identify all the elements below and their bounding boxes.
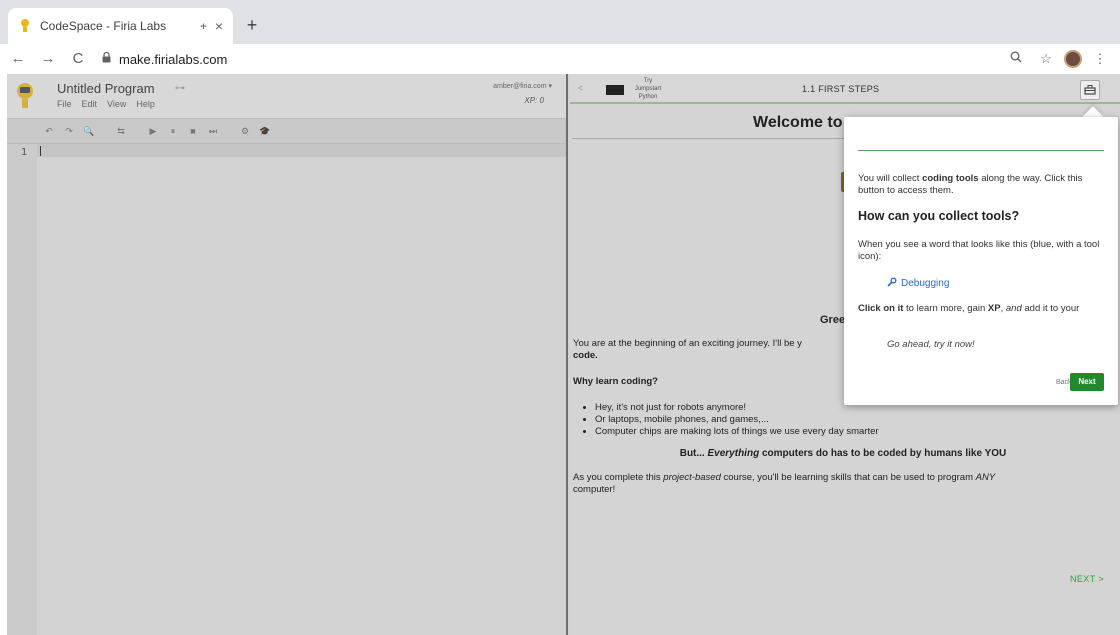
mission-thumbnail[interactable] [606, 85, 624, 95]
tab-close-icon[interactable]: × [215, 18, 223, 34]
menu-edit[interactable]: Edit [82, 99, 98, 109]
why-list: Hey, it's not just for robots anymore! O… [595, 402, 1113, 438]
browser-menu-icon[interactable]: ⋮ [1088, 47, 1112, 71]
browser-tab[interactable]: CodeSpace - Firia Labs 🕂 × [8, 8, 233, 44]
active-line-highlight [37, 144, 566, 157]
reload-button[interactable]: C [66, 47, 90, 71]
run-icon[interactable]: ▶ [145, 126, 161, 137]
line-number: 1 [21, 147, 28, 158]
address-bar[interactable]: make.firialabs.com [102, 47, 998, 71]
popover-heading: How can you collect tools? [858, 209, 1020, 223]
mission-icon[interactable]: 🎓 [257, 126, 273, 137]
browser-toolbar: ← → C make.firialabs.com ☆ ⋮ [0, 44, 1120, 74]
code-editor[interactable]: 1 [7, 144, 566, 635]
greeting-heading: Gree [820, 314, 846, 326]
text-cursor [40, 146, 41, 156]
tool-word[interactable]: Debugging [901, 278, 949, 289]
lesson-prev-button[interactable]: < [578, 83, 583, 93]
new-tab-button[interactable]: + [240, 14, 264, 38]
popover-text-tools: You will collect coding tools along the … [858, 173, 1083, 196]
bookmark-star-icon[interactable]: ☆ [1034, 47, 1058, 71]
menu-help[interactable]: Help [136, 99, 155, 109]
emphasis-line: But... Everything computers do has to be… [679, 448, 1007, 459]
undo-icon[interactable]: ↶ [41, 126, 57, 137]
codespace-favicon-icon [18, 19, 32, 33]
editor-menu-bar: File Edit View Help [57, 99, 155, 109]
step-icon[interactable]: ⏭ [205, 126, 221, 137]
redo-icon[interactable]: ↷ [61, 126, 77, 137]
browser-tabstrip: CodeSpace - Firia Labs 🕂 × + [0, 0, 1120, 44]
user-account-menu[interactable]: amber@firia.com ▾ [493, 82, 552, 90]
back-button[interactable]: ← [6, 47, 30, 71]
format-icon[interactable]: ⇆ [113, 126, 129, 137]
list-item: Computer chips are making lots of things… [595, 426, 1113, 438]
xp-counter: XP: 0 [524, 96, 544, 105]
zoom-icon[interactable] [1004, 47, 1028, 71]
popover-text-click: Click on it to learn more, gain XP, and … [858, 303, 1080, 314]
popover-text-word: When you see a word that looks like this… [858, 239, 1100, 262]
search-icon[interactable]: 🔍 [81, 126, 97, 137]
lesson-title: 1.1 FIRST STEPS [802, 84, 880, 94]
forward-button[interactable]: → [36, 47, 60, 71]
stop-icon[interactable]: ■ [185, 126, 201, 136]
menu-file[interactable]: File [57, 99, 72, 109]
settings-icon[interactable]: ⚙ [237, 126, 253, 137]
lesson-next-button[interactable]: NEXT > [1070, 574, 1104, 584]
firia-logo-icon [15, 82, 35, 110]
mission-name[interactable]: Try Jumpstart Python [632, 77, 664, 101]
editor-pane: Untitled Program ⊶ File Edit View Help a… [7, 74, 568, 635]
course-paragraph: As you complete this project-based cours… [573, 472, 996, 495]
lesson-nav-bar: < Try Jumpstart Python 1.1 FIRST STEPS [570, 74, 1120, 104]
toolbox-button[interactable] [1080, 80, 1100, 100]
editor-header: Untitled Program ⊶ File Edit View Help a… [7, 74, 566, 118]
list-item: Or laptops, mobile phones, and games,... [595, 414, 1113, 426]
toolbox-tooltip: You will collect coding tools along the … [844, 117, 1118, 405]
popover-divider [858, 150, 1104, 151]
line-gutter: 1 [7, 144, 37, 635]
program-title[interactable]: Untitled Program [57, 81, 155, 96]
pause-icon[interactable]: ⏸ [165, 126, 181, 137]
editor-toolbar: ↶ ↷ 🔍 ⇆ ▶ ⏸ ■ ⏭ ⚙ 🎓 [7, 118, 566, 144]
menu-view[interactable]: View [107, 99, 126, 109]
lesson-heading: Welcome to [753, 114, 843, 131]
url-text: make.firialabs.com [119, 51, 228, 67]
wrench-icon [887, 277, 897, 290]
lock-icon [102, 51, 111, 66]
popover-next-button[interactable]: Next [1070, 373, 1104, 391]
profile-avatar[interactable] [1064, 50, 1082, 68]
tab-audio-icon[interactable]: 🕂 [200, 20, 207, 33]
tab-title: CodeSpace - Firia Labs [40, 19, 167, 33]
usb-icon[interactable]: ⊶ [175, 83, 185, 94]
debugging-tool-link[interactable]: Debugging [887, 277, 949, 290]
popover-prompt: Go ahead, try it now! [887, 339, 975, 350]
